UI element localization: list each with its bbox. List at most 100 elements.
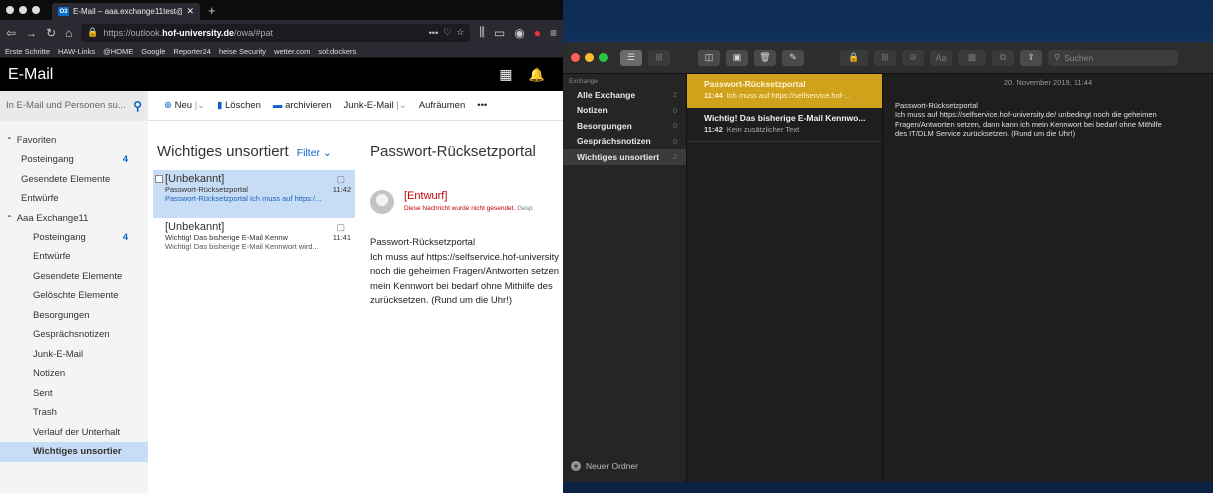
bookmark-folder[interactable]: @HOME xyxy=(103,47,133,56)
folder-item[interactable]: Gesprächsnotizen xyxy=(0,325,148,345)
new-folder-button[interactable]: + Neuer Ordner xyxy=(571,461,638,471)
table-icon[interactable]: ⊞ xyxy=(874,49,896,66)
note-item[interactable]: Wichtig! Das bisherige E-Mail Kennwo... … xyxy=(687,108,882,142)
folder-item[interactable]: Gesendete Elemente xyxy=(0,170,148,190)
menu-icon[interactable]: ≡ xyxy=(550,26,557,40)
account-header[interactable]: ⌃ Aaa Exchange11 xyxy=(0,209,148,228)
folder-item[interactable]: Entwürfe xyxy=(0,189,148,209)
delete-note-icon[interactable]: 🗑 xyxy=(754,49,776,66)
notifications-icon[interactable]: 🔔 xyxy=(529,67,545,83)
owa-header: E-Mail ▦ 🔔 xyxy=(0,58,563,91)
folder-item[interactable]: Trash xyxy=(0,403,148,423)
avatar xyxy=(370,190,394,214)
message-item[interactable]: [Unbekannt] Passwort-Rücksetzportal 11:42… xyxy=(153,170,355,218)
zoom-window-button[interactable] xyxy=(32,6,40,14)
minimize-window-button[interactable] xyxy=(19,6,27,14)
junk-button[interactable]: Junk-E-Mail |⌄ xyxy=(344,100,407,111)
attachments-icon[interactable]: ▣ xyxy=(726,49,748,66)
notes-folder[interactable]: Besorgungen 0 xyxy=(563,118,686,134)
select-checkbox[interactable] xyxy=(155,175,163,183)
sidebar-icon[interactable]: ▭ xyxy=(494,26,505,40)
lock-icon[interactable]: 🔒 xyxy=(840,49,868,66)
notes-folder[interactable]: Notizen 0 xyxy=(563,103,686,119)
folder-item[interactable]: Junk-E-Mail xyxy=(0,345,148,365)
new-button[interactable]: ⊕ Neu |⌄ xyxy=(164,100,205,111)
app-launcher-icon[interactable]: ▦ xyxy=(493,62,519,88)
gallery-view-icon[interactable]: ⊞ xyxy=(648,49,670,66)
search-input[interactable]: ⚲ Suchen xyxy=(1048,49,1178,66)
close-window-button[interactable] xyxy=(6,6,14,14)
reload-icon[interactable]: ↻ xyxy=(46,26,56,40)
page-actions-icon[interactable]: ••• xyxy=(429,28,438,38)
bookmark-item[interactable]: wetter.com xyxy=(274,47,310,56)
folder-item[interactable]: Posteingang 4 xyxy=(0,228,148,248)
archive-button[interactable]: ▬ archivieren xyxy=(273,100,332,111)
folder-item[interactable]: Gelöschte Elemente xyxy=(0,286,148,306)
back-icon[interactable]: ⇦ xyxy=(6,26,16,40)
zoom-window-button[interactable] xyxy=(599,53,608,62)
search-input[interactable]: In E-Mail und Personen su... ⚲ xyxy=(0,90,148,121)
share-icon[interactable]: ⇪ xyxy=(1020,49,1042,66)
sweep-button[interactable]: Aufräumen xyxy=(419,100,465,111)
account-icon[interactable]: ◉ xyxy=(514,26,524,40)
search-placeholder: In E-Mail und Personen su... xyxy=(6,100,126,111)
browser-tab-strip: O3 E-Mail – aaa.exchange11test@ ✕ + xyxy=(0,0,563,20)
bookmark-item[interactable]: Google xyxy=(141,47,165,56)
pocket-icon[interactable]: ♡ xyxy=(443,27,451,38)
library-icon[interactable]: ⫼ xyxy=(479,25,485,40)
folder-item[interactable]: Entwürfe xyxy=(0,247,148,267)
bookmark-item[interactable]: heise Security xyxy=(219,47,266,56)
extension-icon[interactable]: ● xyxy=(534,26,541,40)
message-item[interactable]: [Unbekannt] Wichtig! Das bisherige E-Mai… xyxy=(153,218,355,266)
notes-folder[interactable]: Alle Exchange 2 xyxy=(563,87,686,103)
chevron-up-icon: ⌃ xyxy=(6,213,13,223)
folder-item[interactable]: Sent xyxy=(0,384,148,404)
url-bar[interactable]: 🔒 https://outlook.hof-university.de/owa/… xyxy=(81,23,471,42)
folder-pane: ⌃ Favoriten Posteingang 4 Gesendete Elemen… xyxy=(0,121,148,493)
filter-button[interactable]: Filter ⌄ xyxy=(297,147,332,159)
owa-main: ⌃ Favoriten Posteingang 4 Gesendete Elemen… xyxy=(0,121,563,493)
browser-tab[interactable]: O3 E-Mail – aaa.exchange11test@ ✕ xyxy=(52,3,200,20)
folder-item[interactable]: Posteingang 4 xyxy=(0,150,148,170)
bookmark-folder[interactable]: HAW-Links xyxy=(58,47,95,56)
notes-folder[interactable]: Gesprächsnotizen 0 xyxy=(563,134,686,150)
forward-icon[interactable]: → xyxy=(25,26,37,40)
folder-item[interactable]: Verlauf der Unterhalt xyxy=(0,423,148,443)
new-tab-icon[interactable]: + xyxy=(208,3,216,18)
compose-note-icon[interactable]: ✎ xyxy=(782,49,804,66)
folder-item[interactable]: Gesendete Elemente xyxy=(0,267,148,287)
draft-icon: ▢ xyxy=(336,222,345,232)
close-window-button[interactable] xyxy=(571,53,580,62)
bookmark-item[interactable]: Erste Schritte xyxy=(5,47,50,56)
bookmark-item[interactable]: Reporter24 xyxy=(173,47,211,56)
media-icon[interactable]: ▩ xyxy=(958,49,986,66)
sender-name: [Entwurf] xyxy=(404,190,448,202)
outlook-icon: O3 xyxy=(58,7,69,16)
note-line: Ich muss auf https://selfservice.hof-uni… xyxy=(895,110,1157,119)
search-icon[interactable]: ⚲ xyxy=(133,99,142,113)
command-buttons: ⊕ Neu |⌄ ▮ Löschen ▬ archivieren Junk-E-… xyxy=(148,100,487,111)
collaborate-icon[interactable]: ⧉ xyxy=(992,49,1014,66)
format-icon[interactable]: Aa xyxy=(930,49,952,66)
folder-item[interactable]: Besorgungen xyxy=(0,306,148,326)
archive-icon: ▬ xyxy=(272,100,283,111)
delete-button[interactable]: ▮ Löschen xyxy=(217,100,261,111)
note-editor[interactable]: 20. November 2019, 11:44 Passwort-Rückse… xyxy=(883,74,1213,482)
notes-folder-selected[interactable]: Wichtiges unsortiert 2 xyxy=(563,149,686,165)
minimize-window-button[interactable] xyxy=(585,53,594,62)
sidebar-toggle-icon[interactable]: ◫ xyxy=(698,49,720,66)
list-view-icon[interactable]: ☰ xyxy=(620,49,642,66)
bookmark-star-icon[interactable]: ☆ xyxy=(456,27,464,38)
favorites-header[interactable]: ⌃ Favoriten xyxy=(0,131,148,150)
close-tab-icon[interactable]: ✕ xyxy=(186,6,194,17)
message-time: 11:42 xyxy=(332,185,351,194)
more-commands-icon[interactable]: ••• xyxy=(477,100,487,111)
bookmark-folder[interactable]: sol:dockers xyxy=(318,47,356,56)
checklist-icon[interactable]: ⊘ xyxy=(902,49,924,66)
folder-item-selected[interactable]: Wichtiges unsortier xyxy=(0,442,148,462)
note-item[interactable]: Passwort-Rücksetzportal 11:44 Ich muss au… xyxy=(687,74,882,108)
home-icon[interactable]: ⌂ xyxy=(65,26,72,40)
message-preview: Wichtig! Das bisherige E-Mail Kennwort w… xyxy=(165,242,319,251)
folder-item[interactable]: Notizen xyxy=(0,364,148,384)
note-line: Fragen/Antworten setzen, dann kann ich m… xyxy=(895,119,1162,129)
